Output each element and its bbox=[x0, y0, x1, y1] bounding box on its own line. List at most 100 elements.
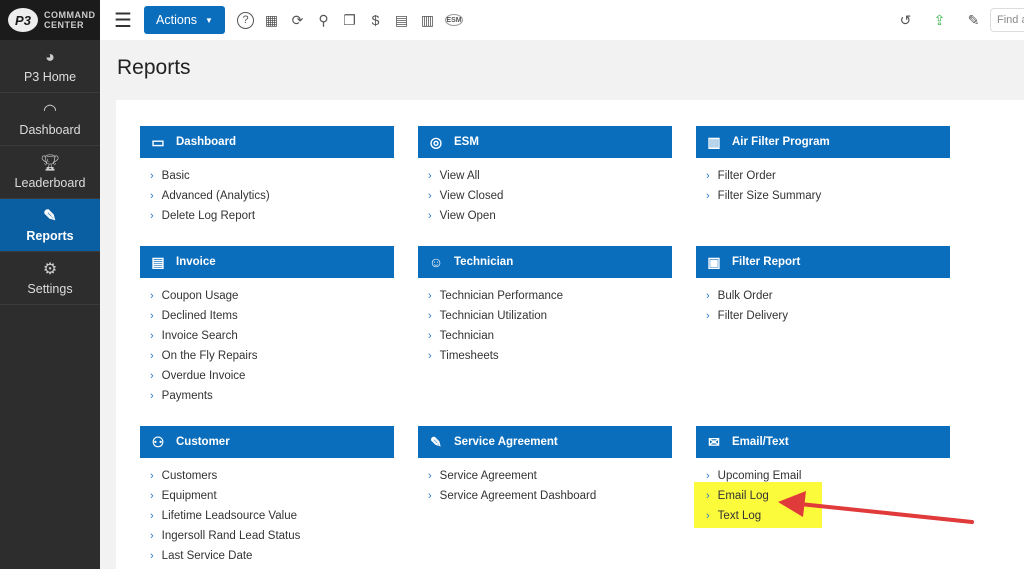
report-link[interactable]: › Filter Order bbox=[706, 166, 950, 186]
report-link[interactable]: › Filter Delivery bbox=[706, 306, 950, 326]
edit-icon[interactable]: ✎ bbox=[965, 12, 982, 29]
label: Settings bbox=[27, 281, 73, 296]
report-link[interactable]: › Ingersoll Rand Lead Status bbox=[150, 526, 394, 546]
air-filter-icon: ▥ bbox=[707, 133, 721, 150]
add-user-icon[interactable]: ⚲ bbox=[315, 12, 332, 29]
label: Leaderboard bbox=[14, 175, 86, 190]
report-card-filter-report: ▣ Filter Report › Bulk Order › Filter Deliver… bbox=[696, 246, 950, 326]
report-link-label: Lifetime Leadsource Value bbox=[161, 510, 297, 522]
report-card-technician: ☺ Technician › Technician Performance › Techn… bbox=[418, 246, 672, 366]
report-link[interactable]: › On the Fly Repairs bbox=[150, 346, 394, 366]
share-icon[interactable]: ⇪ bbox=[931, 12, 948, 29]
sidebar-item-reports[interactable]: ✎ Reports bbox=[0, 199, 100, 252]
calendar-icon[interactable]: ▦ bbox=[263, 12, 280, 29]
report-link[interactable]: › Technician Utilization bbox=[428, 306, 672, 326]
sidebar-item-settings[interactable]: ⚙ Settings bbox=[0, 252, 100, 305]
add-event-icon[interactable]: ▤ bbox=[393, 12, 410, 29]
report-link[interactable]: › Invoice Search bbox=[150, 326, 394, 346]
technician-icon: ☺ bbox=[428, 254, 444, 270]
actions-button[interactable]: Actions ▼ bbox=[144, 6, 225, 34]
chevron-right-icon: › bbox=[150, 550, 154, 562]
help-icon[interactable]: ? bbox=[237, 11, 254, 29]
bar-chart-icon[interactable]: ▥ bbox=[419, 12, 436, 29]
report-link-label: Upcoming Email bbox=[717, 470, 802, 482]
report-link[interactable]: › View All bbox=[428, 166, 672, 186]
report-link[interactable]: › Declined Items bbox=[150, 306, 394, 326]
report-link[interactable]: › Equipment bbox=[150, 486, 394, 506]
report-link-label: Coupon Usage bbox=[161, 290, 239, 302]
invoice-icon: ▤ bbox=[151, 253, 165, 270]
report-link-label: Advanced (Analytics) bbox=[161, 190, 270, 202]
report-card-email-text: ✉ Email/Text › Upcoming Email › Email Log › Tex… bbox=[696, 426, 950, 526]
chevron-right-icon: › bbox=[706, 190, 710, 202]
report-link[interactable]: › Filter Size Summary bbox=[706, 186, 950, 206]
find-input[interactable]: Find a bbox=[990, 8, 1024, 32]
chevron-right-icon: › bbox=[150, 390, 154, 402]
report-card-esm: ◎ ESM › View All › View Closed › View Open bbox=[418, 126, 672, 226]
report-link[interactable]: › View Closed bbox=[428, 186, 672, 206]
report-link[interactable]: › View Open bbox=[428, 206, 672, 226]
card-header: ⚇ Customer bbox=[140, 426, 394, 458]
report-link-label: Technician Performance bbox=[439, 290, 564, 302]
report-link[interactable]: › Advanced (Analytics) bbox=[150, 186, 394, 206]
chevron-right-icon: › bbox=[706, 310, 710, 322]
logo[interactable]: P3 COMMAND CENTER bbox=[0, 0, 100, 40]
refresh-icon[interactable]: ⟳ bbox=[289, 12, 306, 29]
report-link[interactable]: › Overdue Invoice bbox=[150, 366, 394, 386]
report-link-label: Technician bbox=[439, 330, 495, 342]
report-link[interactable]: › Technician Performance bbox=[428, 286, 672, 306]
report-link-label: Invoice Search bbox=[161, 330, 238, 342]
report-link-label: Basic bbox=[161, 170, 190, 182]
card-header: ✉ Email/Text bbox=[696, 426, 950, 458]
add-invoice-icon[interactable]: $ bbox=[367, 12, 384, 29]
report-link[interactable]: › Bulk Order bbox=[706, 286, 950, 306]
card-header: ☺ Technician bbox=[418, 246, 672, 278]
report-link[interactable]: › Basic bbox=[150, 166, 394, 186]
report-link-label: Text Log bbox=[717, 510, 762, 522]
card-title: Air Filter Program bbox=[732, 136, 830, 148]
report-link[interactable]: › Timesheets bbox=[428, 346, 672, 366]
report-link[interactable]: › Text Log bbox=[706, 506, 950, 526]
report-link[interactable]: › Payments bbox=[150, 386, 394, 406]
user-icon: ⚇ bbox=[151, 433, 165, 450]
report-link[interactable]: › Technician bbox=[428, 326, 672, 346]
gauge-icon: ◠ bbox=[43, 101, 57, 119]
chevron-right-icon: › bbox=[706, 170, 710, 182]
chevron-right-icon: › bbox=[150, 530, 154, 542]
report-link-label: Timesheets bbox=[439, 350, 499, 362]
report-link[interactable]: › Delete Log Report bbox=[150, 206, 394, 226]
report-link-label: View Closed bbox=[439, 190, 504, 202]
hamburger-menu-icon[interactable]: ☰ bbox=[114, 8, 134, 33]
chevron-right-icon: › bbox=[150, 190, 154, 202]
report-card-air-filter-program: ▥ Air Filter Program › Filter Order › Filter … bbox=[696, 126, 950, 206]
card-title: Dashboard bbox=[176, 136, 237, 148]
report-link[interactable]: › Lifetime Leadsource Value bbox=[150, 506, 394, 526]
sidebar-item-dashboard[interactable]: ◠ Dashboard bbox=[0, 93, 100, 146]
report-link[interactable]: › Service Agreement bbox=[428, 466, 672, 486]
report-card-invoice: ▤ Invoice › Coupon Usage › Declined Items › Inv… bbox=[140, 246, 394, 406]
report-link-label: Filter Delivery bbox=[717, 310, 788, 322]
card-title: Filter Report bbox=[732, 256, 801, 268]
report-link[interactable]: › Last Service Date bbox=[150, 546, 394, 566]
copy-documents-icon[interactable]: ❐ bbox=[341, 12, 358, 29]
p3-icon: ◕ bbox=[45, 48, 55, 66]
sidebar-item-p3-home[interactable]: ◕ P3 Home bbox=[0, 40, 100, 93]
esm-icon[interactable]: ESM bbox=[445, 14, 463, 26]
actions-label: Actions bbox=[156, 13, 198, 27]
chevron-right-icon: › bbox=[428, 490, 432, 502]
label: Reports bbox=[26, 228, 74, 243]
report-link-label: Filter Order bbox=[717, 170, 776, 182]
card-header: ▥ Air Filter Program bbox=[696, 126, 950, 158]
sidebar-item-leaderboard[interactable]: 🏆︎ Leaderboard bbox=[0, 146, 100, 199]
report-link[interactable]: › Service Agreement Dashboard bbox=[428, 486, 672, 506]
chevron-right-icon: › bbox=[150, 290, 154, 302]
label: Dashboard bbox=[19, 122, 81, 137]
report-link[interactable]: › Email Log bbox=[706, 486, 950, 506]
chevron-right-icon: › bbox=[428, 170, 432, 182]
report-link[interactable]: › Customers bbox=[150, 466, 394, 486]
report-link[interactable]: › Upcoming Email bbox=[706, 466, 950, 486]
chevron-right-icon: › bbox=[428, 290, 432, 302]
history-icon[interactable]: ↺ bbox=[897, 12, 914, 29]
report-link[interactable]: › Coupon Usage bbox=[150, 286, 394, 306]
logo-text-2: CENTER bbox=[44, 20, 85, 30]
